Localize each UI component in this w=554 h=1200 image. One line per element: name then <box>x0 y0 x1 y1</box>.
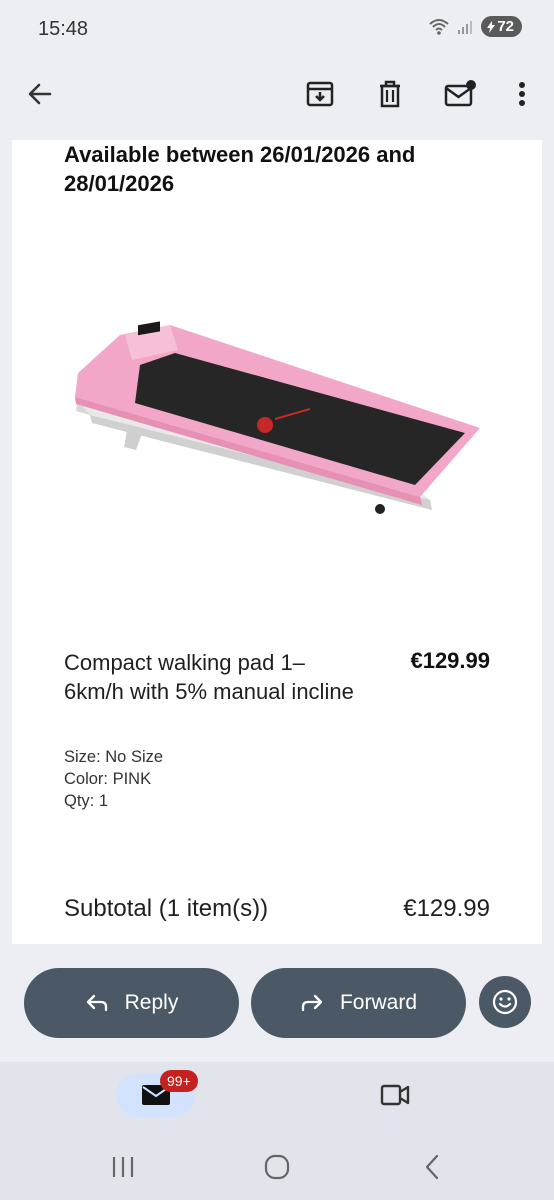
system-icons: 72 <box>429 16 522 37</box>
wifi-icon <box>429 18 449 35</box>
arrow-left-icon <box>28 83 52 105</box>
signal-icon <box>458 20 473 34</box>
app-bar <box>0 62 554 126</box>
back-button[interactable] <box>18 72 62 116</box>
back-nav-icon[interactable] <box>422 1153 442 1181</box>
charging-icon <box>487 20 496 33</box>
forward-button[interactable]: Forward <box>251 968 466 1038</box>
system-navigation-bar <box>0 1142 554 1192</box>
more-options-button[interactable] <box>500 72 544 116</box>
more-vert-icon <box>519 82 525 106</box>
product-details: Size: No Size Color: PINK Qty: 1 <box>64 746 163 812</box>
battery-indicator: 72 <box>481 16 522 37</box>
forward-icon <box>301 994 323 1012</box>
subtotal-label: Subtotal (1 item(s)) <box>64 895 269 922</box>
mark-unread-icon <box>444 80 476 107</box>
reply-button[interactable]: Reply <box>24 968 239 1038</box>
availability-text: Available between 26/01/2026 and 28/01/2… <box>64 142 416 196</box>
product-image-treadmill[interactable] <box>60 305 490 530</box>
reply-label: Reply <box>124 991 179 1014</box>
nav-meet-tab[interactable] <box>378 1080 412 1115</box>
reply-icon <box>86 994 107 1012</box>
email-content-sheet <box>36 140 518 944</box>
status-bar: 15:48 72 <box>0 0 554 62</box>
unread-count-badge: 99+ <box>160 1070 198 1092</box>
product-name: Compact walking pad 1–6km/h with 5% manu… <box>64 650 354 704</box>
mark-unread-button[interactable] <box>438 72 482 116</box>
home-icon[interactable] <box>263 1153 291 1181</box>
delete-button[interactable] <box>368 72 412 116</box>
emoji-reaction-button[interactable] <box>479 976 531 1028</box>
product-price: €129.99 <box>410 648 490 673</box>
video-camera-icon <box>380 1084 410 1106</box>
archive-button[interactable] <box>298 72 342 116</box>
status-time: 15:48 <box>38 18 89 40</box>
subtotal-value: €129.99 <box>403 895 490 922</box>
trash-icon <box>380 80 400 108</box>
archive-icon <box>306 81 334 107</box>
product-color: Color: PINK <box>64 770 152 788</box>
product-qty: Qty: 1 <box>64 792 109 810</box>
recents-icon[interactable] <box>110 1154 136 1180</box>
forward-label: Forward <box>339 991 418 1014</box>
product-size: Size: No Size <box>64 748 164 766</box>
bottom-navigation: 99+ <box>0 1062 554 1200</box>
smiley-icon <box>492 989 518 1015</box>
email-body[interactable] <box>12 140 542 944</box>
battery-level: 72 <box>497 18 514 35</box>
